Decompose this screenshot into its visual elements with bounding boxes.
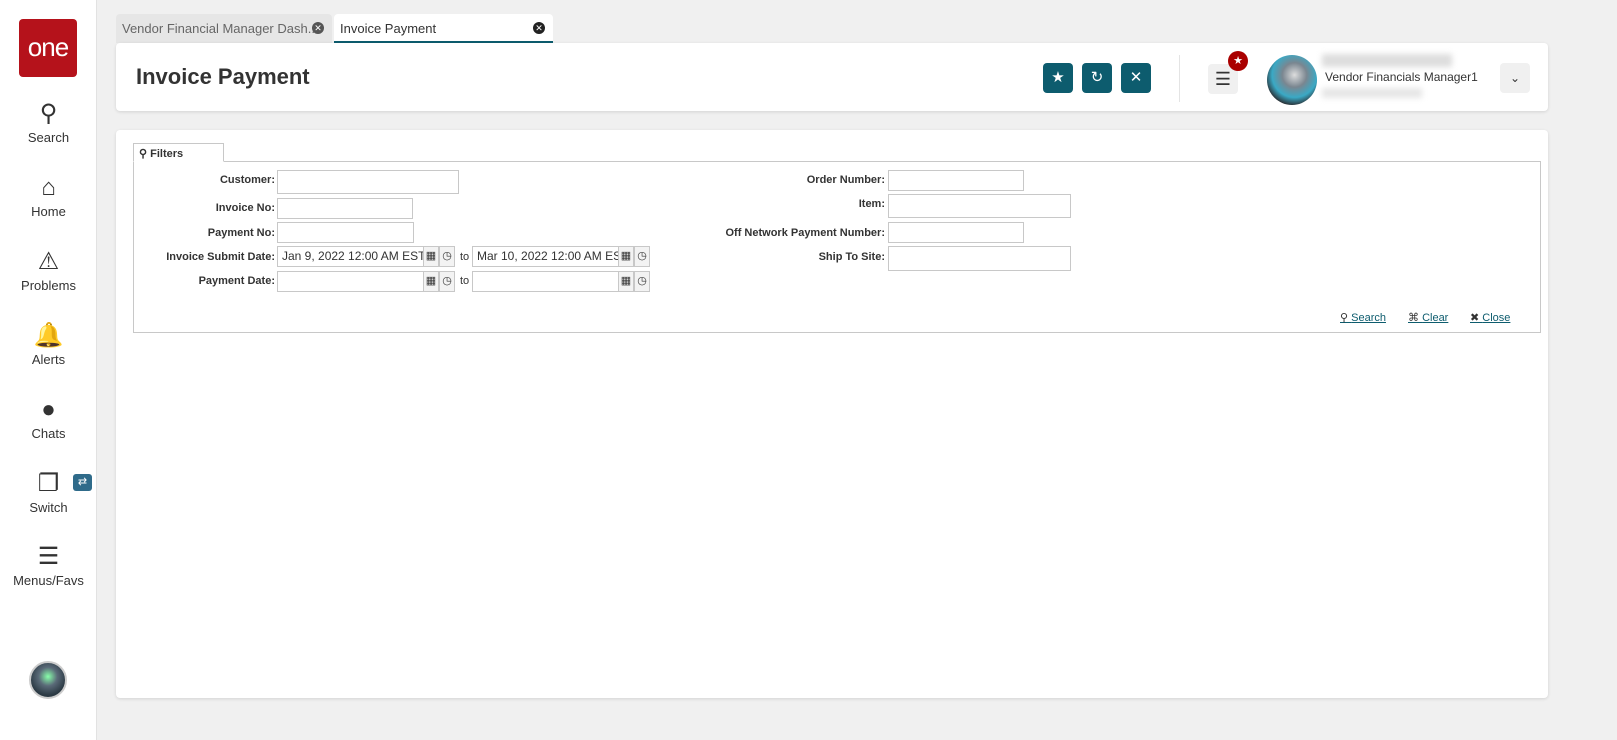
search-link[interactable]: ⚲ Search [1340, 311, 1386, 324]
close-button[interactable]: ✕ [1121, 63, 1151, 93]
invoice-submit-date-to-input[interactable]: Mar 10, 2022 12:00 AM EST [472, 246, 619, 267]
close-tab-icon[interactable]: ✕ [312, 22, 324, 34]
tab-vendor-dashboard[interactable]: Vendor Financial Manager Dash... ✕ [116, 14, 332, 43]
sidebar-item-search[interactable]: ⚲ Search [0, 100, 97, 145]
invoice-submit-date-label: Invoice Submit Date: [166, 251, 275, 263]
sidebar-item-menus-favs[interactable]: ☰ Menus/Favs [0, 543, 97, 588]
ship-to-site-label: Ship To Site: [818, 251, 885, 263]
user-name-blurred [1322, 54, 1452, 67]
customer-input[interactable] [277, 170, 459, 194]
refresh-button[interactable]: ↻ [1082, 63, 1112, 93]
menu-icon: ☰ [37, 543, 60, 570]
sidebar-item-chats[interactable]: ● Chats [0, 396, 97, 441]
clock-icon[interactable]: ◷ [634, 246, 650, 267]
chat-icon: ● [41, 396, 56, 423]
close-icon: ✖ [1470, 312, 1483, 324]
clock-icon[interactable]: ◷ [634, 271, 650, 292]
ship-to-site-input[interactable] [888, 246, 1071, 271]
close-tab-icon[interactable]: ✕ [533, 22, 545, 34]
invoice-no-label: Invoice No: [215, 202, 275, 214]
filters-tab[interactable]: ⚲ Filters [133, 143, 224, 162]
customer-label: Customer: [219, 174, 275, 186]
close-link-label: Close [1482, 312, 1511, 324]
app-logo[interactable]: one [19, 19, 77, 77]
sidebar-item-label: Alerts [31, 352, 66, 367]
item-input[interactable] [888, 194, 1071, 218]
tab-label: Vendor Financial Manager Dash... [122, 21, 319, 36]
divider [1179, 55, 1180, 102]
search-icon: ⚲ [39, 100, 58, 127]
favorite-button[interactable]: ★ [1043, 63, 1073, 93]
order-number-label: Order Number: [806, 174, 885, 186]
user-avatar-small[interactable] [29, 661, 67, 699]
favorites-badge-icon: ★ [1228, 51, 1248, 71]
refresh-icon: ↻ [1090, 69, 1104, 86]
sidebar-item-label: Menus/Favs [13, 573, 84, 588]
chevron-down-icon: ⌄ [1509, 71, 1521, 85]
star-icon: ★ [1051, 69, 1065, 86]
off-network-payment-number-input[interactable] [888, 222, 1024, 243]
clear-link-label: Clear [1422, 312, 1449, 324]
payment-no-input[interactable] [277, 222, 414, 243]
payment-no-label: Payment No: [207, 227, 275, 239]
order-number-input[interactable] [888, 170, 1024, 191]
user-menu-dropdown[interactable]: ⌄ [1500, 63, 1530, 93]
item-label: Item: [858, 198, 885, 210]
calendar-icon[interactable]: ▦ [618, 271, 634, 292]
invoice-no-input[interactable] [277, 198, 413, 219]
bell-icon: 🔔 [33, 322, 64, 349]
close-link[interactable]: ✖ Close [1470, 311, 1510, 324]
payment-date-from-input[interactable] [277, 271, 424, 292]
clock-icon[interactable]: ◷ [439, 246, 455, 267]
invoice-submit-date-from-input[interactable]: Jan 9, 2022 12:00 AM EST [277, 246, 424, 267]
clock-icon[interactable]: ◷ [439, 271, 455, 292]
calendar-icon[interactable]: ▦ [423, 246, 439, 267]
search-icon: ⚲ [139, 148, 151, 160]
tab-label: Invoice Payment [340, 21, 437, 36]
payment-date-to-input[interactable] [472, 271, 619, 292]
calendar-icon[interactable]: ▦ [618, 246, 634, 267]
close-icon: ✕ [1129, 69, 1143, 86]
filters-tab-label: Filters [150, 148, 184, 160]
sidebar-item-label: Chats [31, 426, 66, 441]
search-icon: ⚲ [1340, 312, 1352, 324]
user-email-blurred [1322, 88, 1422, 98]
search-link-label: Search [1351, 312, 1386, 324]
clear-link[interactable]: ⌘ Clear [1408, 311, 1448, 324]
sidebar-item-label: Switch [29, 500, 68, 515]
to-label: to [460, 275, 470, 287]
payment-date-label: Payment Date: [198, 275, 275, 287]
broom-icon: ⌘ [1408, 312, 1423, 324]
switch-arrows-icon: ⇄ [73, 474, 92, 491]
tab-invoice-payment[interactable]: Invoice Payment ✕ [334, 14, 553, 43]
user-role: Vendor Financials Manager1 [1325, 70, 1478, 84]
to-label: to [460, 251, 470, 263]
calendar-icon[interactable]: ▦ [423, 271, 439, 292]
page-title: Invoice Payment [136, 64, 310, 89]
off-network-payment-number-label: Off Network Payment Number: [725, 227, 885, 239]
sidebar: one ⚲ Search ⌂ Home ⚠ Problems 🔔 Alerts ● Cha… [0, 0, 97, 740]
hamburger-icon: ☰ [1214, 69, 1232, 89]
sidebar-item-label: Search [27, 130, 70, 145]
sidebar-item-alerts[interactable]: 🔔 Alerts [0, 322, 97, 367]
user-avatar[interactable] [1267, 55, 1317, 105]
